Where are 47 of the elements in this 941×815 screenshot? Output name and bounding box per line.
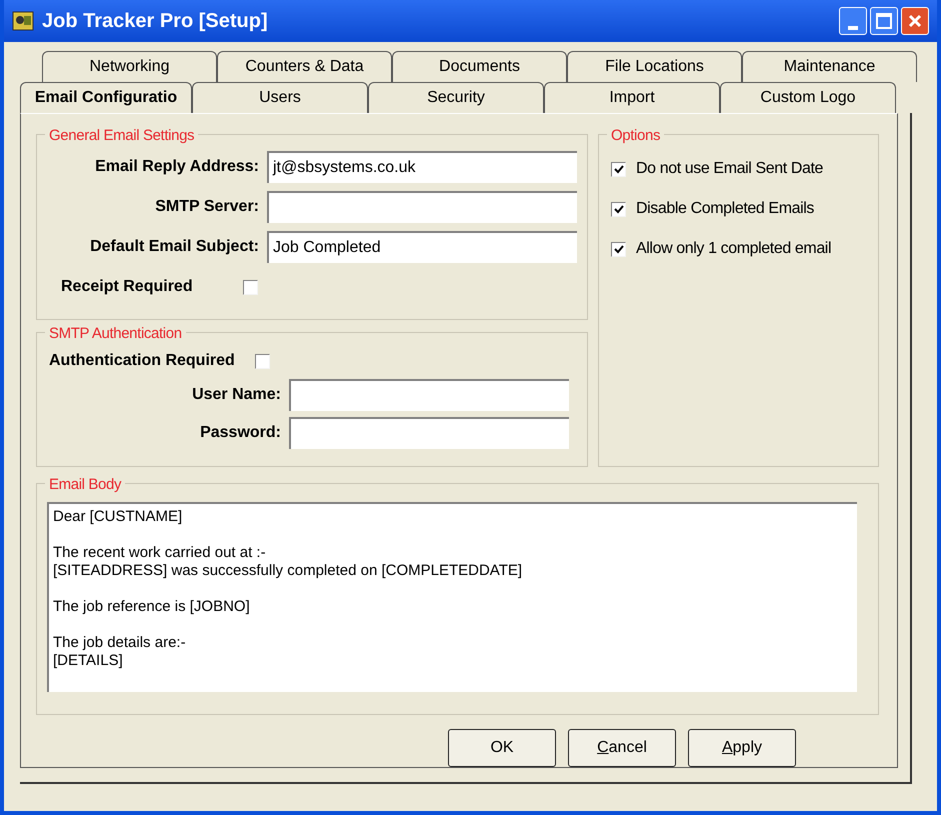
checkbox-label: Allow only 1 completed email xyxy=(636,239,832,259)
dialog-button[interactable]: OK xyxy=(448,729,556,767)
checkbox[interactable] xyxy=(611,242,626,256)
input-field[interactable] xyxy=(289,417,569,449)
field-label: Email Reply Address: xyxy=(94,157,259,177)
dialog-button[interactable]: Cancel xyxy=(568,729,676,767)
dialog-button[interactable]: Apply xyxy=(688,729,796,767)
field-label: User Name: xyxy=(191,385,281,405)
field-value: Job Completed xyxy=(273,238,381,258)
checkbox[interactable] xyxy=(242,280,258,294)
field-label: Default Email Subject: xyxy=(89,237,259,257)
checkbox[interactable] xyxy=(611,162,626,176)
checkbox-label: Receipt Required xyxy=(61,277,193,297)
tab[interactable]: Maintenance xyxy=(742,51,917,82)
checkbox-label: Authentication Required xyxy=(49,351,235,371)
tab[interactable]: Custom Logo xyxy=(720,82,896,113)
email-body-field[interactable]: Dear [CUSTNAME] The recent work carried out at :- [SITEADDRESS] was successfully completed on [COMPLETEDDATE] The job reference is [JOBNO] The job details are:- [DETAILS] xyxy=(47,502,857,692)
tab[interactable]: Counters & Data xyxy=(217,51,392,82)
input-field[interactable]: Job Completed xyxy=(267,231,577,263)
maximize-button[interactable] xyxy=(870,7,898,35)
input-field[interactable]: jt@sbsystems.co.uk xyxy=(267,151,577,183)
checkmark-icon xyxy=(614,164,624,174)
checkmark-icon xyxy=(614,204,624,214)
tab[interactable]: Email Configuratio xyxy=(20,82,192,113)
input-field[interactable] xyxy=(289,379,569,411)
field-label: SMTP Server: xyxy=(154,197,259,217)
field-label: Password: xyxy=(199,423,281,443)
input-field[interactable] xyxy=(267,191,577,223)
minimize-icon xyxy=(848,26,858,30)
checkmark-icon xyxy=(614,244,624,254)
maximize-icon xyxy=(876,13,892,29)
checkbox[interactable] xyxy=(611,202,626,216)
tab[interactable]: Users xyxy=(192,82,368,113)
tab[interactable]: Networking xyxy=(42,51,217,82)
checkbox-label: Do not use Email Sent Date xyxy=(636,159,824,179)
checkbox[interactable] xyxy=(254,354,270,368)
close-icon xyxy=(908,14,922,28)
tab[interactable]: Security xyxy=(368,82,544,113)
app-icon xyxy=(12,10,34,32)
tab[interactable]: Import xyxy=(544,82,720,113)
field-value: jt@sbsystems.co.uk xyxy=(273,158,416,178)
tab[interactable]: Documents xyxy=(392,51,567,82)
tab[interactable]: File Locations xyxy=(567,51,742,82)
checkbox-label: Disable Completed Emails xyxy=(636,199,814,219)
close-button[interactable] xyxy=(901,7,929,35)
window-title: Job Tracker Pro [Setup] xyxy=(42,9,269,34)
minimize-button[interactable] xyxy=(839,7,867,35)
